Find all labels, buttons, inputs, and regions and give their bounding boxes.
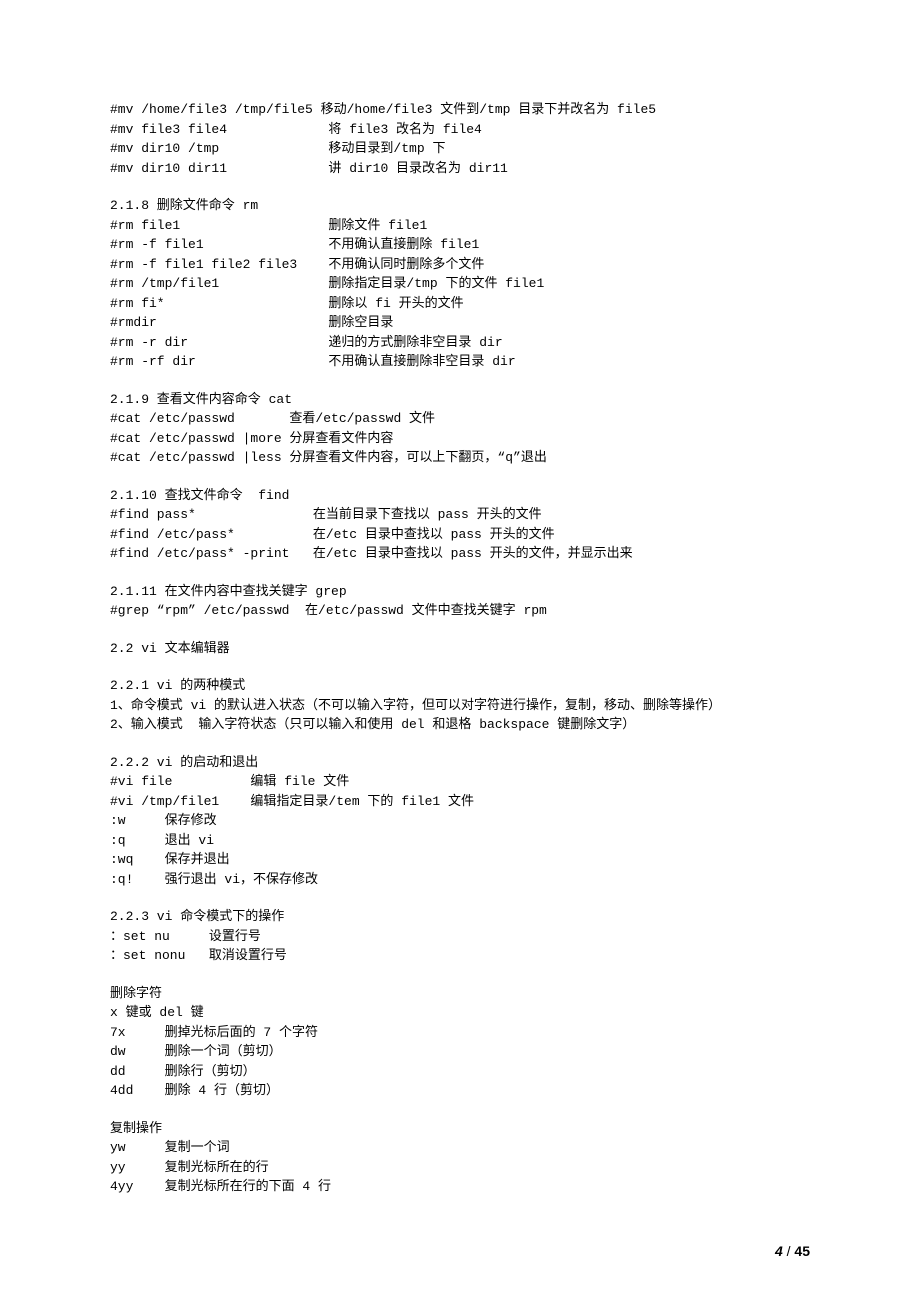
blank-line	[110, 889, 810, 907]
text-line: #find pass* 在当前目录下查找以 pass 开头的文件	[110, 505, 810, 525]
text-line: 7x 删掉光标后面的 7 个字符	[110, 1023, 810, 1043]
page-total: 45	[794, 1243, 810, 1259]
page-number: 4 / 45	[775, 1241, 810, 1262]
text-line: :q! 强行退出 vi，不保存修改	[110, 870, 810, 890]
text-line: 2、输入模式 输入字符状态（只可以输入和使用 del 和退格 backspace…	[110, 715, 810, 735]
text-line: 2.1.8 删除文件命令 rm	[110, 196, 810, 216]
text-line: ：set nonu 取消设置行号	[110, 946, 810, 966]
text-line: 4yy 复制光标所在行的下面 4 行	[110, 1177, 810, 1197]
blank-line	[110, 564, 810, 582]
text-line: #mv dir10 /tmp 移动目录到/tmp 下	[110, 139, 810, 159]
text-line: 2.2 vi 文本编辑器	[110, 639, 810, 659]
text-line: 1、命令模式 vi 的默认进入状态（不可以输入字符，但可以对字符进行操作，复制，…	[110, 696, 810, 716]
text-line: #rm -f file1 不用确认直接删除 file1	[110, 235, 810, 255]
text-line: 2.1.10 查找文件命令 find	[110, 486, 810, 506]
text-line: #mv dir10 dir11 讲 dir10 目录改名为 dir11	[110, 159, 810, 179]
text-line: 2.2.3 vi 命令模式下的操作	[110, 907, 810, 927]
text-line: #vi file 编辑 file 文件	[110, 772, 810, 792]
text-line: #grep “rpm” /etc/passwd 在/etc/passwd 文件中…	[110, 601, 810, 621]
text-line: ：set nu 设置行号	[110, 927, 810, 947]
document-page: #mv /home/file3 /tmp/file5 移动/home/file3…	[0, 0, 920, 1302]
text-line: #mv file3 file4 将 file3 改名为 file4	[110, 120, 810, 140]
text-line: dw 删除一个词（剪切）	[110, 1042, 810, 1062]
blank-line	[110, 966, 810, 984]
text-line: 4dd 删除 4 行（剪切）	[110, 1081, 810, 1101]
text-line: #mv /home/file3 /tmp/file5 移动/home/file3…	[110, 100, 810, 120]
blank-line	[110, 178, 810, 196]
text-line: #rm file1 删除文件 file1	[110, 216, 810, 236]
blank-line	[110, 621, 810, 639]
text-line: #rm -r dir 递归的方式删除非空目录 dir	[110, 333, 810, 353]
text-line: dd 删除行（剪切）	[110, 1062, 810, 1082]
text-line: #find /etc/pass* -print 在/etc 目录中查找以 pas…	[110, 544, 810, 564]
text-line: #rm -rf dir 不用确认直接删除非空目录 dir	[110, 352, 810, 372]
text-line: #rm -f file1 file2 file3 不用确认同时删除多个文件	[110, 255, 810, 275]
text-line: :q 退出 vi	[110, 831, 810, 851]
text-line: 2.2.2 vi 的启动和退出	[110, 753, 810, 773]
text-line: #vi /tmp/file1 编辑指定目录/tem 下的 file1 文件	[110, 792, 810, 812]
text-line: yw 复制一个词	[110, 1138, 810, 1158]
text-line: 复制操作	[110, 1119, 810, 1139]
document-content: #mv /home/file3 /tmp/file5 移动/home/file3…	[110, 100, 810, 1197]
text-line: #cat /etc/passwd 查看/etc/passwd 文件	[110, 409, 810, 429]
blank-line	[110, 735, 810, 753]
text-line: 2.1.11 在文件内容中查找关键字 grep	[110, 582, 810, 602]
text-line: x 键或 del 键	[110, 1003, 810, 1023]
blank-line	[110, 1101, 810, 1119]
text-line: #cat /etc/passwd |more 分屏查看文件内容	[110, 429, 810, 449]
text-line: 2.1.9 查看文件内容命令 cat	[110, 390, 810, 410]
text-line: #rm fi* 删除以 fi 开头的文件	[110, 294, 810, 314]
text-line: 2.2.1 vi 的两种模式	[110, 676, 810, 696]
text-line: #find /etc/pass* 在/etc 目录中查找以 pass 开头的文件	[110, 525, 810, 545]
text-line: :w 保存修改	[110, 811, 810, 831]
blank-line	[110, 468, 810, 486]
text-line: #rm /tmp/file1 删除指定目录/tmp 下的文件 file1	[110, 274, 810, 294]
text-line: yy 复制光标所在的行	[110, 1158, 810, 1178]
page-sep: /	[783, 1243, 795, 1259]
text-line: 删除字符	[110, 984, 810, 1004]
page-current: 4	[775, 1243, 783, 1259]
text-line: #cat /etc/passwd |less 分屏查看文件内容，可以上下翻页，“…	[110, 448, 810, 468]
text-line: :wq 保存并退出	[110, 850, 810, 870]
blank-line	[110, 658, 810, 676]
blank-line	[110, 372, 810, 390]
text-line: #rmdir 删除空目录	[110, 313, 810, 333]
